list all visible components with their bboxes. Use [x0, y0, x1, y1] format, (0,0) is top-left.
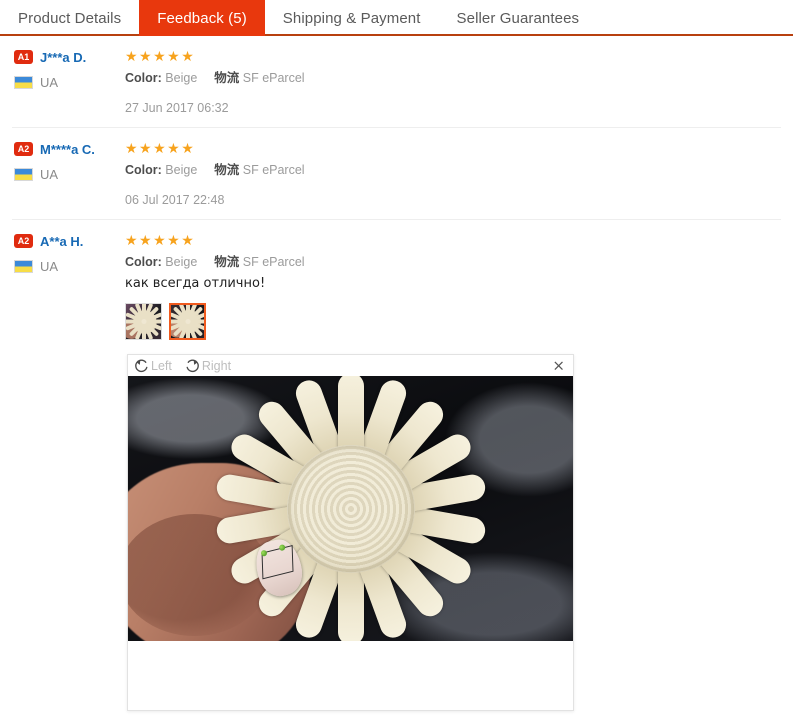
logistics-label: 物流 [214, 254, 240, 269]
feedback-date: 06 Jul 2017 22:48 [125, 193, 225, 207]
rotate-left-label: Left [151, 358, 172, 373]
buyer-name[interactable]: J***a D. [40, 50, 86, 65]
tab-seller-guarantees[interactable]: Seller Guarantees [439, 0, 598, 36]
feedback-comment: как всегда отлично! [125, 276, 266, 291]
logistics-value: SF eParcel [242, 71, 305, 85]
order-attributes: Color: Beige 物流 SF eParcel [125, 69, 781, 87]
color-label: Color: [125, 255, 162, 269]
rating-stars: ★★★★★ [125, 140, 196, 156]
country-flag-icon [14, 259, 33, 273]
feedback-user-block: A1 J***a D. UA [12, 48, 125, 98]
buyer-name[interactable]: A**a H. [40, 234, 83, 249]
photo-viewer: Left Right × [127, 354, 574, 711]
rating-stars: ★★★★★ [125, 232, 196, 248]
color-label: Color: [125, 71, 162, 85]
photo-viewer-image[interactable] [128, 376, 573, 641]
color-value: Beige [165, 255, 198, 269]
buyer-country: UA [40, 74, 59, 90]
thumbnail-image [171, 305, 204, 338]
product-tab-bar: Product Details Feedback (5) Shipping & … [0, 0, 793, 36]
tab-feedback[interactable]: Feedback (5) [139, 0, 265, 36]
feedback-user-block: A2 M****a C. UA [12, 140, 125, 190]
color-value: Beige [165, 71, 198, 85]
rotate-left-button[interactable]: Left [133, 357, 172, 374]
buyer-country: UA [40, 258, 59, 274]
close-icon[interactable]: × [552, 358, 565, 373]
thumbnail-image [126, 304, 161, 339]
photo-viewer-toolbar: Left Right × [128, 355, 573, 376]
logistics-value: SF eParcel [242, 163, 305, 177]
review-photo [128, 376, 573, 641]
feedback-photo-thumbnail-selected[interactable] [169, 303, 206, 340]
buyer-level-badge: A2 [14, 142, 33, 156]
feedback-item: A1 J***a D. UA ★★★★★ Color: Beige 物流 SF … [12, 36, 781, 127]
buyer-level-badge: A2 [14, 234, 33, 248]
feedback-photo-thumbnails [125, 303, 781, 340]
feedback-user-block: A2 A**a H. UA [12, 232, 125, 282]
logistics-label: 物流 [214, 70, 240, 85]
buyer-country: UA [40, 166, 59, 182]
rotate-right-icon [184, 357, 201, 374]
country-flag-icon [14, 75, 33, 89]
tab-shipping-payment[interactable]: Shipping & Payment [265, 0, 439, 36]
feedback-list: A1 J***a D. UA ★★★★★ Color: Beige 物流 SF … [0, 36, 793, 350]
rating-stars: ★★★★★ [125, 48, 196, 64]
rotate-right-button[interactable]: Right [184, 357, 231, 374]
logistics-label: 物流 [214, 162, 240, 177]
wheel-hub [286, 444, 415, 573]
tab-product-details[interactable]: Product Details [0, 0, 139, 36]
rotate-left-icon [133, 357, 150, 374]
buyer-level-badge: A1 [14, 50, 33, 64]
feedback-item: A2 A**a H. UA ★★★★★ Color: Beige 物流 SF e… [12, 219, 781, 350]
order-attributes: Color: Beige 物流 SF eParcel [125, 161, 781, 179]
color-value: Beige [165, 163, 198, 177]
buyer-name[interactable]: M****a C. [40, 142, 95, 157]
country-flag-icon [14, 167, 33, 181]
feedback-photo-thumbnail[interactable] [125, 303, 162, 340]
order-attributes: Color: Beige 物流 SF eParcel [125, 253, 781, 271]
feedback-item: A2 M****a C. UA ★★★★★ Color: Beige 物流 SF… [12, 127, 781, 219]
color-label: Color: [125, 163, 162, 177]
photo-viewer-footer [128, 641, 573, 710]
feedback-date: 27 Jun 2017 06:32 [125, 101, 229, 115]
rotate-right-label: Right [201, 358, 232, 373]
logistics-value: SF eParcel [242, 255, 305, 269]
